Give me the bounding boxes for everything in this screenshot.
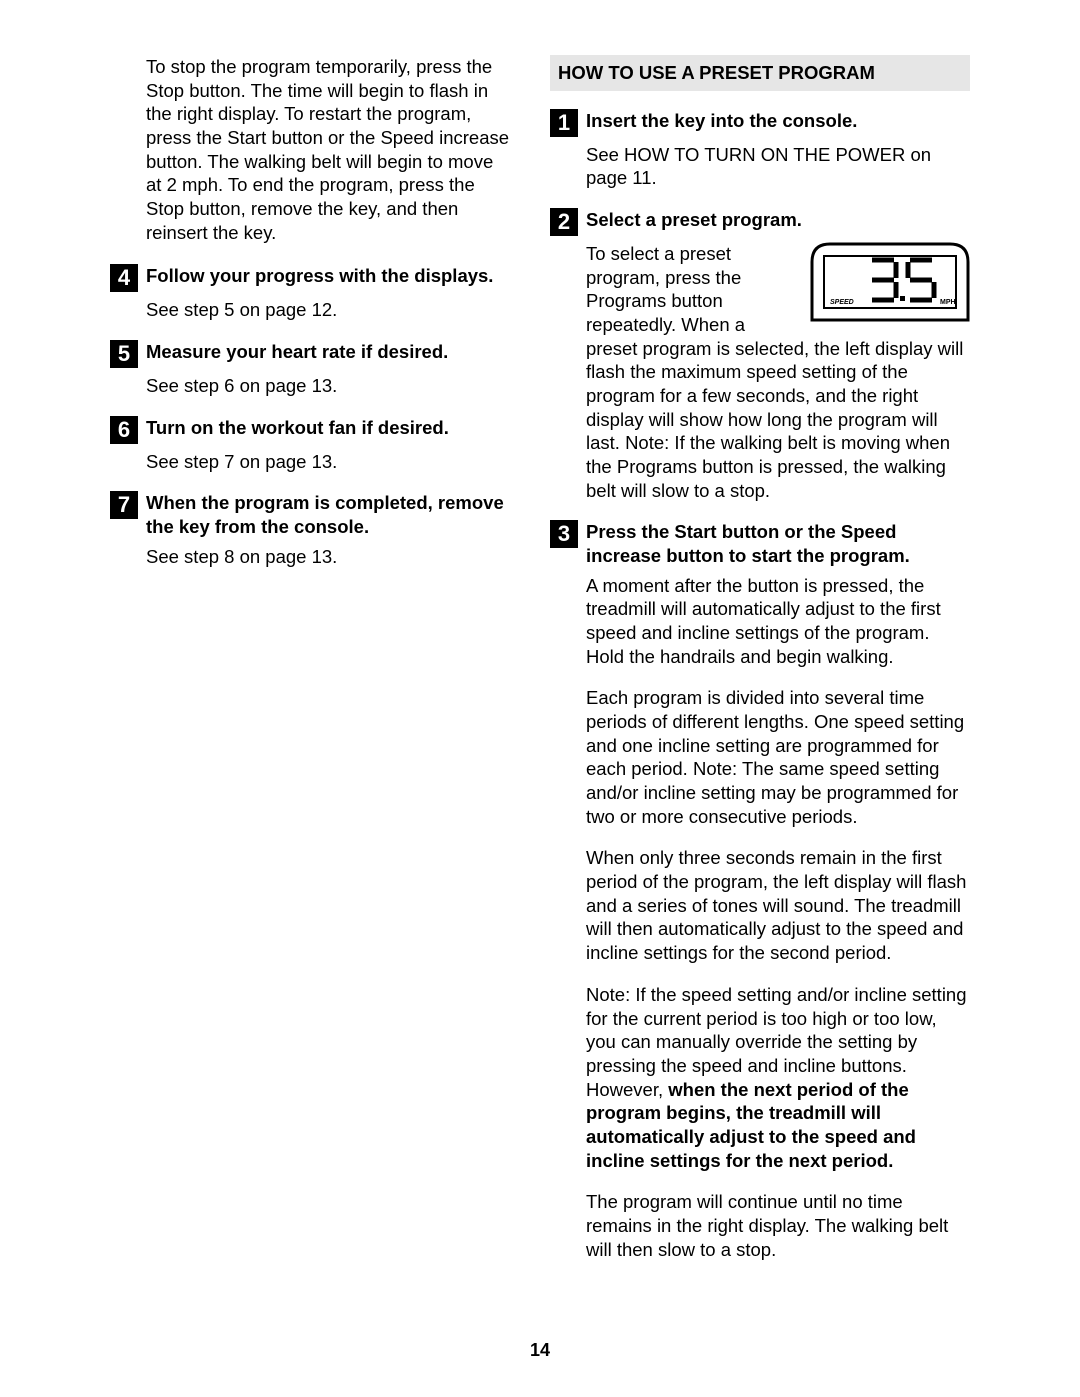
preset-step-1-body: See HOW TO TURN ON THE POWER on page 11.	[586, 143, 970, 190]
preset-step-1-header: 1 Insert the key into the console.	[550, 109, 970, 137]
step-7-header: 7 When the program is completed, remove …	[110, 491, 510, 538]
step-4-title: Follow your progress with the displays.	[146, 264, 493, 288]
right-column: HOW TO USE A PRESET PROGRAM 1 Insert the…	[550, 55, 970, 1279]
preset-step-3-p3: When only three seconds remain in the fi…	[586, 846, 970, 964]
step-number-badge: 1	[550, 109, 578, 137]
speed-label: SPEED	[830, 299, 854, 306]
step-number-badge: 7	[110, 491, 138, 519]
preset-step-1-title: Insert the key into the console.	[586, 109, 857, 133]
preset-step-2-title: Select a preset program.	[586, 208, 802, 232]
left-column: To stop the program temporarily, press t…	[110, 55, 510, 1279]
step-6-title: Turn on the workout fan if desired.	[146, 416, 449, 440]
step-number-badge: 6	[110, 416, 138, 444]
preset-step-3-header: 3 Press the Start button or the Speed in…	[550, 520, 970, 567]
two-column-layout: To stop the program temporarily, press t…	[110, 55, 970, 1279]
preset-step-2-header: 2 Select a preset program.	[550, 208, 970, 236]
preset-step-3-p2: Each program is divided into several tim…	[586, 686, 970, 828]
preset-step-2-body: SPEED MPH To select a preset program, pr…	[586, 242, 970, 502]
step-number-badge: 5	[110, 340, 138, 368]
preset-step-3-p1: A moment after the button is pressed, th…	[586, 574, 970, 669]
section-heading: HOW TO USE A PRESET PROGRAM	[550, 55, 970, 91]
step-7-body: See step 8 on page 13.	[146, 545, 510, 569]
step-7-title: When the program is completed, remove th…	[146, 491, 510, 538]
intro-paragraph: To stop the program temporarily, press t…	[146, 55, 510, 244]
step-5-header: 5 Measure your heart rate if desired.	[110, 340, 510, 368]
page-number: 14	[0, 1339, 1080, 1362]
step-6-body: See step 7 on page 13.	[146, 450, 510, 474]
preset-step-2-para-b: the maximum speed setting of the program…	[586, 361, 950, 500]
step-number-badge: 3	[550, 520, 578, 548]
display-icon: SPEED MPH	[810, 242, 970, 322]
step-4-body: See step 5 on page 12.	[146, 298, 510, 322]
step-6-header: 6 Turn on the workout fan if desired.	[110, 416, 510, 444]
preset-step-3-p5: The program will continue until no time …	[586, 1190, 970, 1261]
step-4-header: 4 Follow your progress with the displays…	[110, 264, 510, 292]
preset-step-3-p4: Note: If the speed setting and/or inclin…	[586, 983, 970, 1172]
step-5-body: See step 6 on page 13.	[146, 374, 510, 398]
step-5-title: Measure your heart rate if desired.	[146, 340, 448, 364]
preset-step-3-title: Press the Start button or the Speed incr…	[586, 520, 970, 567]
mph-label: MPH	[940, 299, 956, 306]
step-number-badge: 2	[550, 208, 578, 236]
step-number-badge: 4	[110, 264, 138, 292]
lcd-display-illustration: SPEED MPH	[810, 242, 970, 328]
